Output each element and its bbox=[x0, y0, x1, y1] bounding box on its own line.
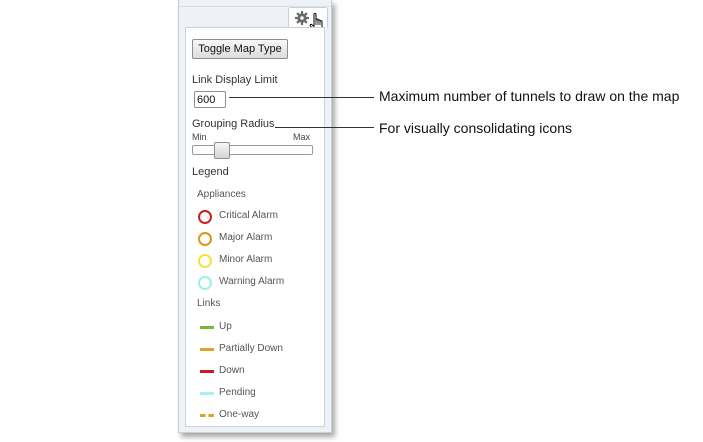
link-limit-callout-line bbox=[229, 97, 374, 98]
grouping-radius-slider-handle[interactable] bbox=[214, 142, 230, 159]
link-partially-down-line-icon bbox=[200, 348, 214, 351]
legend-links-heading: Links bbox=[197, 298, 221, 309]
legend-appliances-heading: Appliances bbox=[197, 189, 246, 200]
slider-min-label: Min bbox=[192, 132, 207, 142]
link-up-line-icon bbox=[200, 326, 214, 329]
grouping-radius-callout-line bbox=[275, 127, 374, 128]
grouping-radius-label: Grouping Radius bbox=[192, 118, 275, 130]
warning-alarm-ring-icon bbox=[198, 276, 212, 290]
slider-max-label: Max bbox=[293, 132, 311, 142]
link-down-line-icon bbox=[200, 370, 214, 373]
legend-item-label: Critical Alarm bbox=[219, 210, 278, 221]
legend-item-label: Warning Alarm bbox=[219, 276, 285, 287]
grouping-radius-slider[interactable] bbox=[192, 142, 313, 159]
toggle-map-type-button[interactable]: Toggle Map Type bbox=[192, 39, 288, 59]
major-alarm-ring-icon bbox=[198, 232, 212, 246]
map-settings-panel: Toggle Map Type Link Display Limit Group… bbox=[178, 0, 332, 433]
legend-item-label: Up bbox=[219, 321, 232, 332]
legend-item-label: One-way bbox=[219, 409, 260, 420]
legend-title: Legend bbox=[192, 166, 229, 178]
link-display-limit-input[interactable] bbox=[194, 91, 226, 108]
legend-item-label: Minor Alarm bbox=[219, 254, 273, 265]
legend-item-label: Partially Down bbox=[219, 343, 283, 354]
grouping-radius-callout-text: For visually consolidating icons bbox=[379, 120, 572, 136]
legend-item-label: Down bbox=[219, 365, 245, 376]
legend-item-label: Major Alarm bbox=[219, 232, 273, 243]
minor-alarm-ring-icon bbox=[198, 254, 212, 268]
critical-alarm-ring-icon bbox=[198, 210, 212, 224]
settings-content: Toggle Map Type Link Display Limit Group… bbox=[185, 27, 325, 427]
link-limit-callout-text: Maximum number of tunnels to draw on the… bbox=[379, 88, 680, 104]
screenshot-stage: Toggle Map Type Link Display Limit Group… bbox=[0, 0, 703, 442]
link-pending-line-icon bbox=[200, 392, 214, 395]
settings-gear-button[interactable] bbox=[288, 7, 328, 33]
link-one-way-line-icon bbox=[200, 414, 214, 417]
legend-item-label: Pending bbox=[219, 387, 256, 398]
link-display-limit-label: Link Display Limit bbox=[192, 74, 278, 86]
gear-icon bbox=[295, 11, 309, 25]
